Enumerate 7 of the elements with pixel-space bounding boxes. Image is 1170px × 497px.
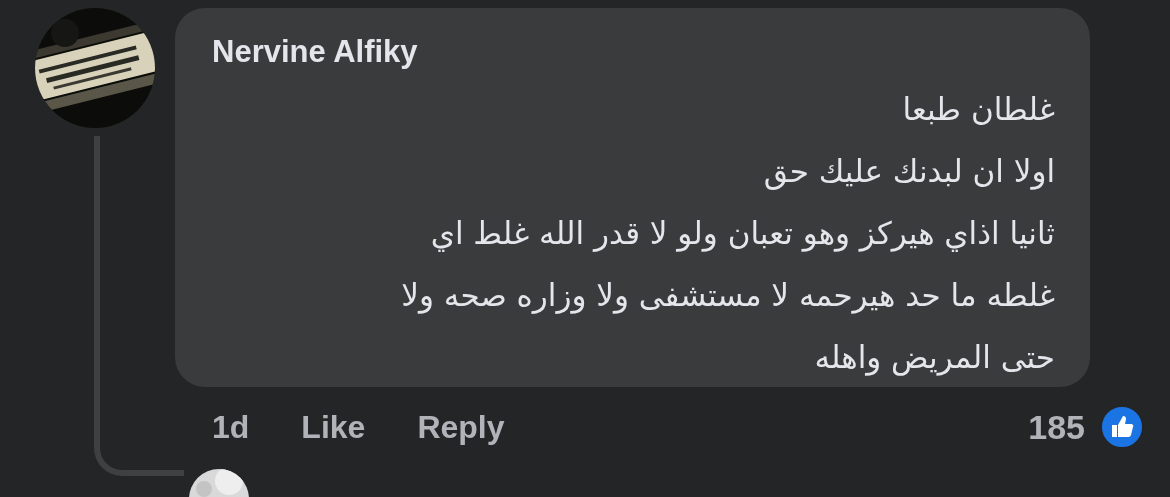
timestamp[interactable]: 1d [212,408,250,446]
author-name[interactable]: Nervine Alfiky [212,34,418,70]
action-link[interactable]: Reply [417,408,505,446]
thumbs-up-icon[interactable] [1099,404,1145,450]
reaction-count[interactable]: 185 [1028,407,1085,447]
comment-text: غلطان طبعا اولا ان لبدنك عليك حق ثانيا اذاي هيركز وهو تعبان ولو لا قدر الله غلط اي غلطه ما حد هيرحمه لا مستشفى ولا وزاره صحه ولا حتى المريض واهله [400,90,1055,378]
action-link[interactable]: Like [301,408,366,446]
